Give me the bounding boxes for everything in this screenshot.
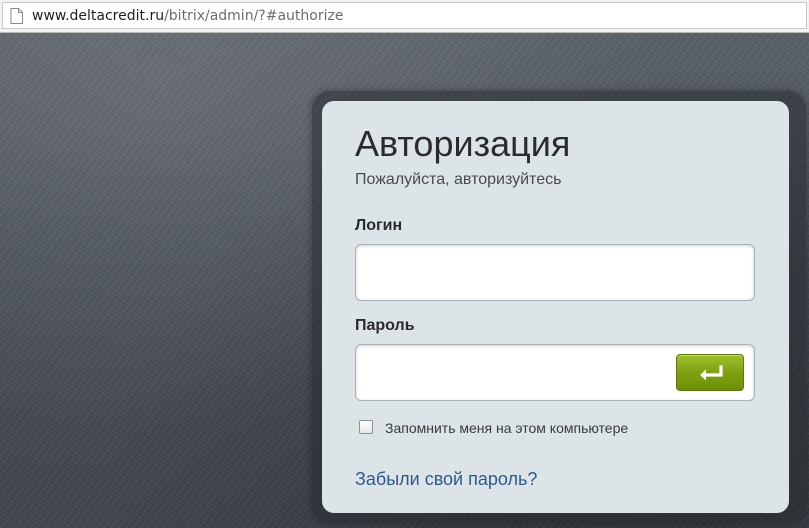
submit-button[interactable]: [676, 354, 744, 391]
url-path: /bitrix/admin/?#authorize: [164, 8, 344, 24]
browser-address-bar: www.deltacredit.ru/bitrix/admin/?#author…: [0, 0, 809, 33]
forgot-password-link[interactable]: Забыли свой пароль?: [355, 469, 537, 489]
url-text: www.deltacredit.ru/bitrix/admin/?#author…: [32, 8, 343, 24]
page-icon: [10, 8, 23, 24]
enter-return-icon: [700, 365, 723, 381]
dialog-title: Авторизация: [355, 123, 571, 164]
url-field[interactable]: www.deltacredit.ru/bitrix/admin/?#author…: [2, 2, 807, 29]
login-label: Логин: [355, 217, 403, 234]
url-domain: www.deltacredit.ru: [32, 8, 165, 24]
password-label: Пароль: [355, 317, 415, 334]
auth-dialog: Авторизация Пожалуйста, авторизуйтесь Ло…: [322, 101, 789, 513]
remember-me-label: Запомнить меня на этом компьютере: [385, 420, 629, 436]
dialog-subtitle: Пожалуйста, авторизуйтесь: [355, 171, 562, 188]
remember-me-checkbox[interactable]: [359, 420, 373, 434]
login-input[interactable]: [355, 244, 755, 301]
remember-me-option[interactable]: Запомнить меня на этом компьютере: [359, 419, 639, 437]
